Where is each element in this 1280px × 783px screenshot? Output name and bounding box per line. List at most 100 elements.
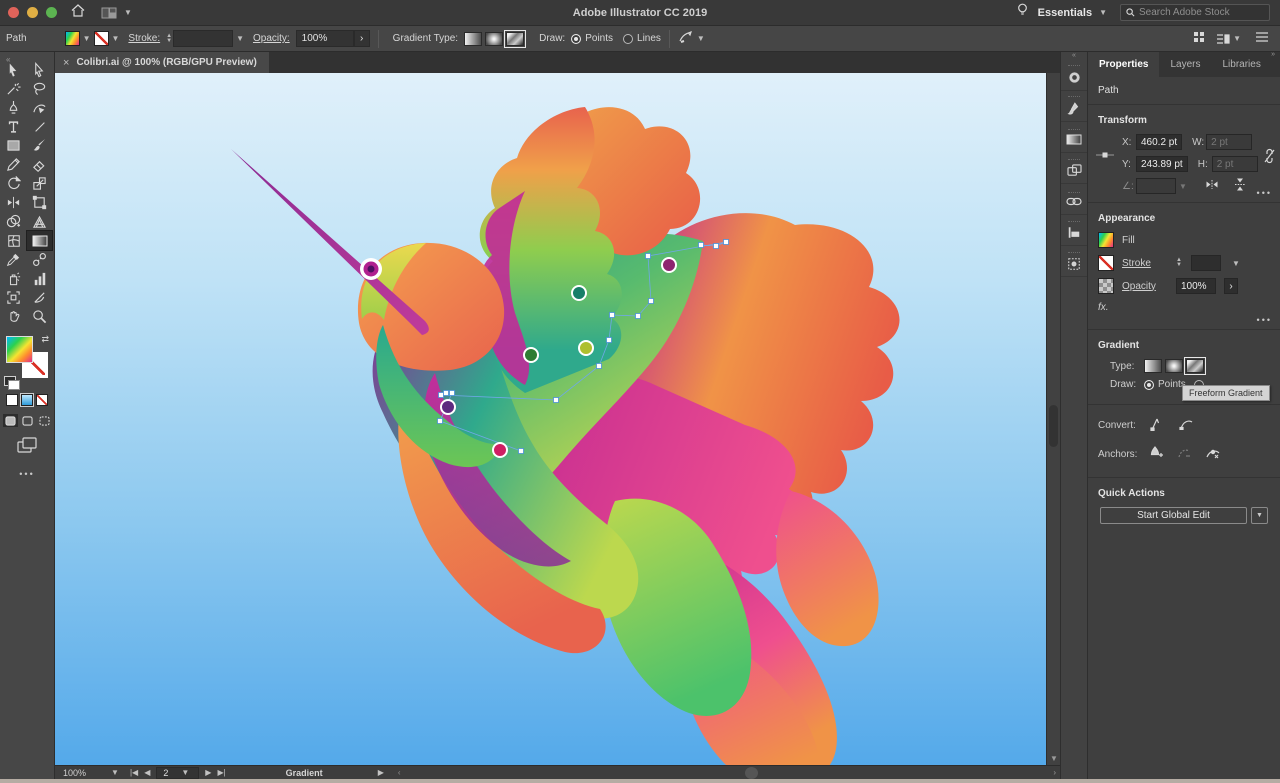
vertical-scrollbar-thumb[interactable] xyxy=(1049,405,1058,447)
anchor-point[interactable] xyxy=(610,313,615,318)
opacity-label[interactable]: Opacity xyxy=(1122,281,1168,292)
asset-export-panel-button[interactable] xyxy=(1061,246,1087,277)
stroke-weight-stepper[interactable]: ▲▼ xyxy=(166,34,172,44)
gradient-stop-point[interactable] xyxy=(662,258,676,272)
fill-color-control[interactable]: ▼ xyxy=(65,31,94,46)
stroke-weight-field[interactable] xyxy=(173,30,233,47)
stroke-color-control[interactable]: ▼ xyxy=(94,31,123,46)
home-icon[interactable] xyxy=(71,4,85,22)
opacity-label[interactable]: Opacity: xyxy=(253,33,290,44)
fx-button[interactable]: fx. xyxy=(1098,302,1270,313)
stroke-label[interactable]: Stroke xyxy=(1122,258,1168,269)
y-field[interactable]: 243.89 pt xyxy=(1136,156,1188,172)
global-edit-options-button[interactable]: ▼ xyxy=(1251,507,1268,524)
screen-mode-button[interactable] xyxy=(16,437,38,453)
gradient-button[interactable] xyxy=(21,394,33,406)
angle-field[interactable] xyxy=(1136,178,1176,194)
anchor-point[interactable] xyxy=(554,398,559,403)
anchor-point[interactable] xyxy=(714,244,719,249)
last-artboard-button[interactable]: ▶| xyxy=(217,768,225,777)
draw-points-radio[interactable]: Points xyxy=(571,33,613,44)
rotate-tool[interactable] xyxy=(1,174,26,193)
shaper-tool[interactable] xyxy=(1,155,26,174)
status-play-icon[interactable]: ▶ xyxy=(378,768,384,777)
freeform-gradient-button[interactable] xyxy=(506,32,524,46)
anchor-point[interactable] xyxy=(444,391,449,396)
links-panel-button[interactable] xyxy=(1061,184,1087,215)
selection-tool[interactable] xyxy=(1,60,26,79)
brushes-panel-button[interactable] xyxy=(1061,91,1087,122)
appearance-more-options[interactable]: ••• xyxy=(1257,315,1272,325)
mesh-tool[interactable] xyxy=(1,231,26,250)
first-artboard-button[interactable]: |◀ xyxy=(130,768,138,777)
curvature-tool[interactable] xyxy=(27,98,52,117)
reference-point-locator[interactable] xyxy=(1096,150,1114,163)
artboard-number-select[interactable]: 2 ▼ xyxy=(156,767,199,779)
freeform-gradient-button[interactable] xyxy=(1186,359,1204,373)
anchor-point[interactable] xyxy=(724,240,729,245)
tab-libraries[interactable]: Libraries xyxy=(1211,52,1271,77)
scroll-down-icon[interactable]: ▼ xyxy=(1050,754,1058,763)
lightbulb-icon[interactable] xyxy=(1017,3,1028,23)
transform-more-options[interactable]: ••• xyxy=(1257,188,1272,198)
start-global-edit-button[interactable]: Start Global Edit xyxy=(1100,507,1247,524)
rectangle-tool[interactable] xyxy=(1,136,26,155)
anchor-point[interactable] xyxy=(607,338,612,343)
zoom-window-button[interactable] xyxy=(46,7,57,18)
radial-gradient-button[interactable] xyxy=(485,32,503,46)
draw-normal-mode-button[interactable] xyxy=(3,414,18,427)
appearance-fill-swatch[interactable] xyxy=(1098,232,1114,248)
flip-vertical-button[interactable] xyxy=(1234,178,1246,194)
anchor-point[interactable] xyxy=(649,299,654,304)
perspective-grid-tool[interactable] xyxy=(27,212,52,231)
anchor-point[interactable] xyxy=(699,243,704,248)
gradient-tool[interactable] xyxy=(27,231,52,250)
edit-toolbar-button[interactable]: ••• xyxy=(0,469,54,479)
anchor-point[interactable] xyxy=(450,391,455,396)
artboard-canvas[interactable] xyxy=(55,73,1060,765)
workspace-selector[interactable]: Essentials ▼ xyxy=(1038,7,1110,19)
lasso-tool[interactable] xyxy=(27,79,52,98)
fill-proxy[interactable] xyxy=(6,336,33,363)
draw-lines-radio[interactable]: Lines xyxy=(623,33,661,44)
minimize-window-button[interactable] xyxy=(27,7,38,18)
stroke-weight-stepper[interactable]: ▲▼ xyxy=(1176,258,1182,268)
convert-to-smooth-button[interactable] xyxy=(1179,418,1194,433)
w-field[interactable]: 2 pt xyxy=(1206,134,1252,150)
anchor-point[interactable] xyxy=(646,254,651,259)
horizontal-scrollbar-thumb[interactable] xyxy=(745,767,758,779)
gradient-stop-point[interactable] xyxy=(524,348,538,362)
anchor-point[interactable] xyxy=(597,364,602,369)
gradient-stop-point[interactable] xyxy=(579,341,593,355)
eraser-tool[interactable] xyxy=(27,155,52,174)
h-field[interactable]: 2 pt xyxy=(1212,156,1258,172)
close-window-button[interactable] xyxy=(8,7,19,18)
opacity-field[interactable]: 100% xyxy=(1176,278,1216,294)
linear-gradient-button[interactable] xyxy=(464,32,482,46)
swap-fill-stroke-icon[interactable]: ⇄ xyxy=(41,334,49,345)
color-button[interactable] xyxy=(6,394,18,406)
appearance-opacity-swatch[interactable] xyxy=(1098,278,1114,294)
default-fill-stroke-icon[interactable] xyxy=(4,376,16,386)
tab-properties[interactable]: Properties xyxy=(1088,52,1159,77)
artboards-panel-button[interactable] xyxy=(1061,215,1087,246)
linear-gradient-button[interactable] xyxy=(1144,359,1162,373)
arrange-documents-icon[interactable] xyxy=(1194,32,1204,45)
menu-icon[interactable] xyxy=(1256,32,1268,45)
radial-gradient-button[interactable] xyxy=(1165,359,1183,373)
width-tool[interactable] xyxy=(1,193,26,212)
constrain-proportions-icon[interactable] xyxy=(1263,148,1276,167)
zoom-tool[interactable] xyxy=(27,307,52,326)
scroll-right-icon[interactable]: › xyxy=(1053,768,1056,777)
cut-path-button[interactable] xyxy=(1205,447,1221,463)
transparency-panel-button[interactable] xyxy=(1061,153,1087,184)
opacity-field[interactable]: 100% xyxy=(296,30,354,47)
gradient-stop-point[interactable] xyxy=(493,443,507,457)
close-tab-icon[interactable]: × xyxy=(63,57,69,69)
anchor-point[interactable] xyxy=(519,449,524,454)
horizontal-scrollbar[interactable]: › xyxy=(415,766,1060,780)
free-transform-tool[interactable] xyxy=(27,193,52,212)
previous-artboard-button[interactable]: ◀ xyxy=(144,768,150,777)
draw-points-radio[interactable]: Points xyxy=(1144,379,1186,390)
hand-tool[interactable] xyxy=(1,307,26,326)
